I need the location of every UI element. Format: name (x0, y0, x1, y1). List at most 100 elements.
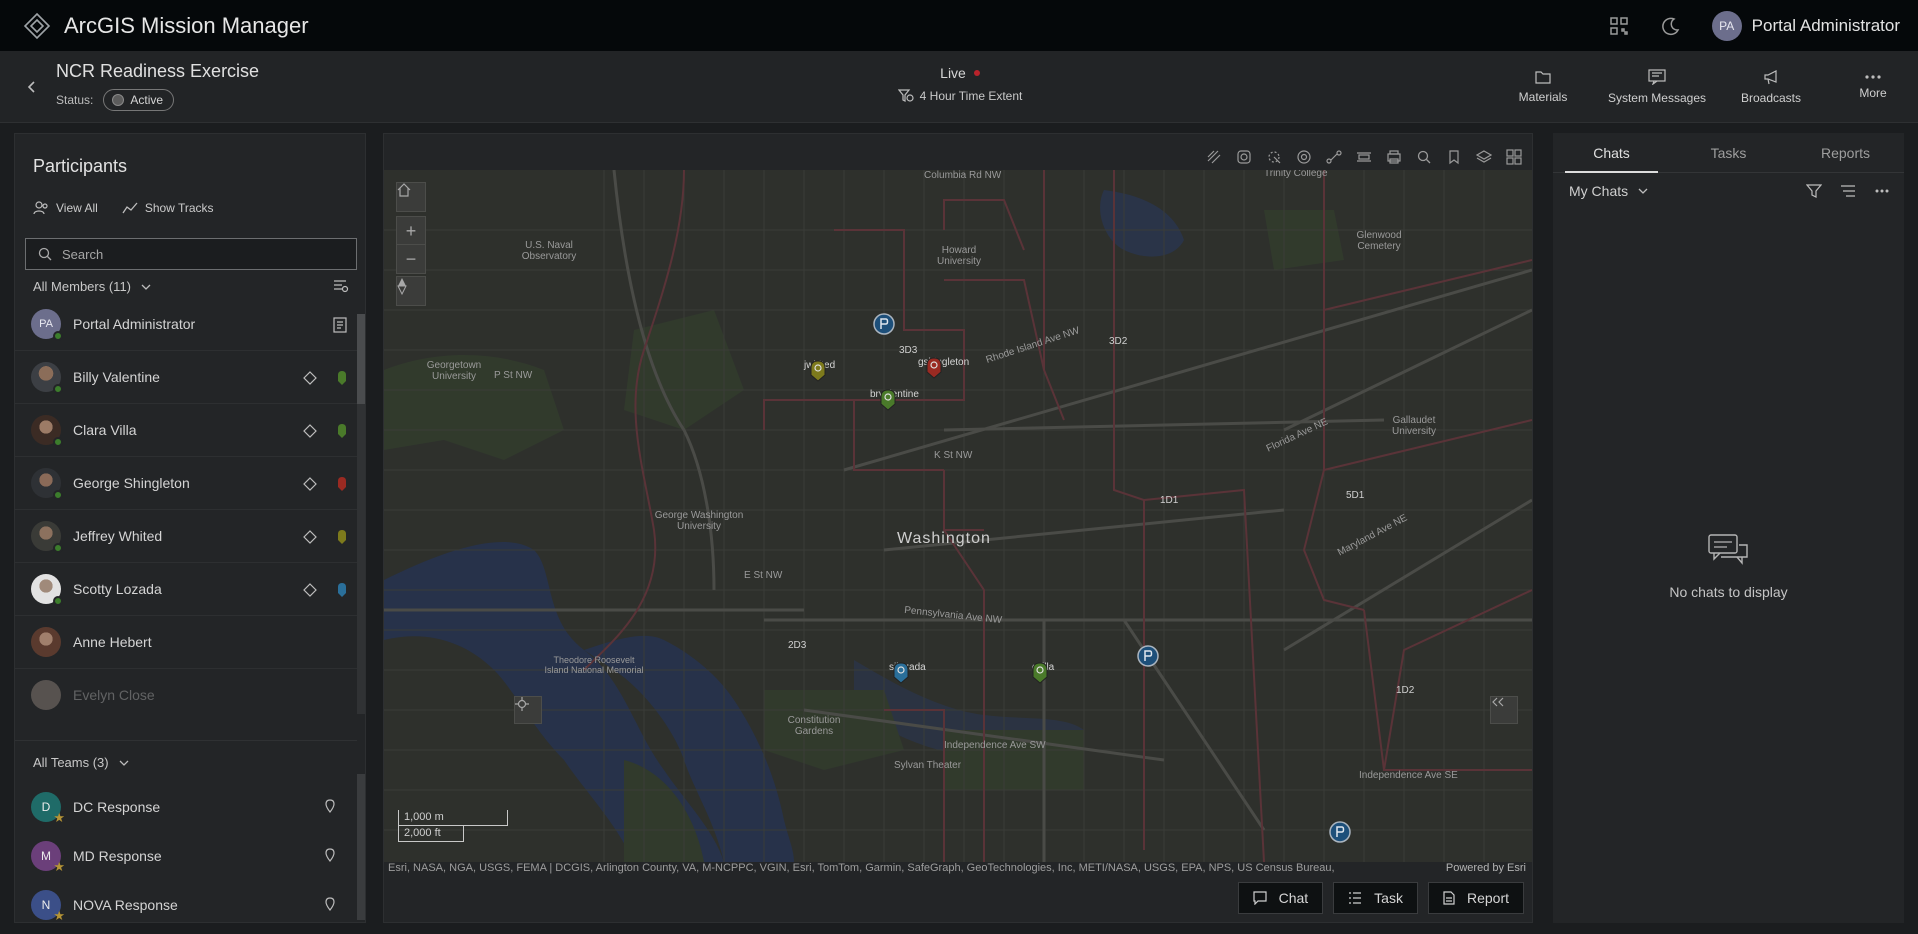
list-item[interactable]: PA Portal Administrator (15, 298, 357, 351)
dark-mode-icon[interactable] (1660, 15, 1682, 37)
target-icon[interactable] (1296, 149, 1312, 165)
list-item[interactable]: N ★ NOVA Response (15, 880, 357, 929)
member-name: Scotty Lozada (73, 581, 162, 597)
list-item[interactable]: M ★ MD Response (15, 831, 357, 880)
system-messages-button[interactable]: System Messages (1600, 51, 1714, 123)
list-item[interactable]: Evelyn Close (15, 669, 357, 718)
map-label-p-st: P St NW (494, 370, 533, 381)
swipe-icon[interactable] (1356, 149, 1372, 165)
task-button[interactable]: Task (1333, 882, 1418, 914)
tab-tasks[interactable]: Tasks (1670, 133, 1787, 172)
team-pin-icon[interactable] (325, 799, 335, 813)
participant-search (25, 238, 357, 270)
system-messages-label: System Messages (1607, 91, 1707, 105)
collapse-button[interactable] (1490, 696, 1518, 724)
map-label-e-st: E St NW (744, 570, 783, 581)
avatar (31, 362, 63, 394)
notes-icon[interactable] (333, 316, 347, 333)
list-item[interactable]: Clara Villa (15, 404, 357, 457)
layer-search-icon[interactable] (1236, 149, 1252, 165)
basemap-gallery-icon[interactable] (1506, 149, 1522, 165)
powered-by[interactable]: Powered by Esri (1439, 862, 1526, 874)
time-extent-label: 4 Hour Time Extent (919, 89, 1023, 103)
report-button[interactable]: Report (1427, 882, 1524, 914)
members-header[interactable]: All Members (11) (33, 279, 151, 294)
bookmark-icon[interactable] (1446, 149, 1462, 165)
compass-icon (397, 278, 407, 295)
chat-filter-dropdown[interactable]: My Chats (1569, 183, 1648, 199)
team-list-scrollbar[interactable] (357, 774, 365, 920)
team-list: D ★ DC Response M ★ MD Response N ★ NOVA… (15, 782, 357, 929)
print-icon[interactable] (1386, 149, 1402, 165)
scale-metric: 1,000 m (398, 810, 508, 826)
search-icon[interactable] (1416, 149, 1432, 165)
map-marker[interactable]: brvalentine (870, 389, 919, 411)
broadcasts-button[interactable]: Broadcasts (1714, 51, 1828, 123)
zoom-out-button[interactable]: − (396, 244, 426, 274)
team-pin-icon[interactable] (325, 848, 335, 862)
user-menu[interactable]: PA Portal Administrator (1711, 10, 1900, 41)
tab-reports[interactable]: Reports (1787, 133, 1904, 172)
list-item[interactable]: Anne Hebert (15, 616, 357, 669)
map-marker[interactable]: sjlozada (889, 662, 926, 684)
home-button[interactable] (396, 182, 426, 212)
tab-chats[interactable]: Chats (1553, 133, 1670, 173)
facility-poi-icon[interactable] (1328, 820, 1352, 844)
locate-icon[interactable] (303, 423, 317, 438)
filter-icon[interactable] (1806, 183, 1822, 199)
locate-icon[interactable] (303, 582, 317, 597)
teams-header[interactable]: All Teams (3) (33, 755, 129, 770)
select-icon[interactable] (1266, 149, 1282, 165)
list-item[interactable]: George Shingleton (15, 457, 357, 510)
locate-icon[interactable] (303, 370, 317, 385)
compass-button[interactable] (396, 276, 426, 306)
map-marker[interactable]: jwhited (804, 360, 835, 382)
layers-icon[interactable] (1476, 149, 1492, 165)
list-item[interactable]: Billy Valentine (15, 351, 357, 404)
sort-icon[interactable] (1840, 183, 1856, 199)
sketch-icon[interactable] (1206, 149, 1222, 165)
map-marker[interactable]: cvilla (1032, 662, 1054, 684)
map-canvas[interactable] (384, 170, 1532, 862)
status-label: Status: (56, 93, 94, 107)
member-list-options-icon[interactable] (333, 279, 349, 298)
more-button[interactable]: More (1828, 51, 1918, 123)
show-tracks-button[interactable]: Show Tracks (122, 201, 214, 215)
scrollbar-thumb[interactable] (357, 314, 365, 404)
view-all-label: View All (56, 201, 98, 215)
map-marker[interactable]: gshingleton (918, 357, 969, 379)
back-button[interactable] (24, 77, 40, 97)
chat-button[interactable]: Chat (1237, 882, 1324, 914)
qr-code-icon[interactable] (1608, 15, 1630, 37)
facility-poi-icon[interactable] (1136, 644, 1160, 668)
map-label-sylvan: Sylvan Theater (894, 760, 962, 771)
star-icon: ★ (53, 858, 65, 874)
measure-icon[interactable] (1326, 149, 1342, 165)
member-list-scrollbar[interactable] (357, 314, 365, 714)
map-label-glenwood: Glenwood Cemetery (1356, 230, 1402, 252)
mission-header: NCR Readiness Exercise Status: Active Li… (0, 51, 1918, 123)
more-icon[interactable] (1874, 183, 1890, 199)
time-extent-button[interactable]: 4 Hour Time Extent (880, 89, 1040, 103)
search-input[interactable] (62, 246, 342, 262)
facility-poi-icon[interactable] (872, 312, 896, 336)
locate-icon[interactable] (303, 529, 317, 544)
chevron-left-icon (27, 81, 35, 93)
team-pin-icon[interactable] (325, 897, 335, 911)
list-item[interactable]: Jeffrey Whited (15, 510, 357, 563)
materials-button[interactable]: Materials (1486, 51, 1600, 123)
list-item[interactable]: D ★ DC Response (15, 782, 357, 831)
online-status-icon (53, 437, 63, 447)
list-item[interactable]: Scotty Lozada (15, 563, 357, 616)
locate-me-button[interactable] (514, 696, 542, 724)
marker-pin-icon (338, 370, 346, 385)
search-icon (38, 247, 52, 261)
view-all-button[interactable]: View All (33, 201, 98, 215)
map-label-columbia-rd: Columbia Rd NW (924, 170, 1002, 181)
app-header: ArcGIS Mission Manager PA Portal Adminis… (0, 0, 1918, 51)
locate-icon[interactable] (303, 476, 317, 491)
map-view[interactable]: Washington Rhode Island Ave NW Florida A… (384, 170, 1532, 862)
chat-button-label: Chat (1278, 890, 1309, 906)
zoom-in-button[interactable]: + (396, 216, 426, 246)
app-logo-icon (22, 11, 52, 41)
